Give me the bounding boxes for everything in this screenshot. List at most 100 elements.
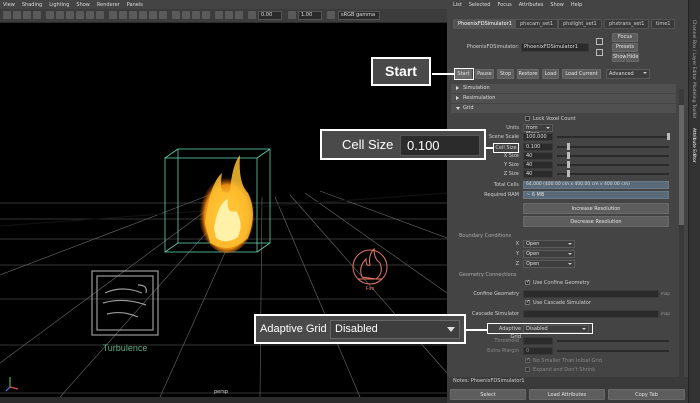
- x-size-slider[interactable]: [557, 155, 669, 157]
- show-button[interactable]: Show: [612, 53, 627, 62]
- menu-list[interactable]: List: [453, 2, 462, 8]
- shadows-icon[interactable]: [159, 11, 167, 19]
- near-clip-field[interactable]: 0.00: [258, 11, 282, 20]
- wireframe-on-shaded-icon[interactable]: [129, 11, 137, 19]
- ambient-occlusion-icon[interactable]: [215, 11, 223, 19]
- stop-button[interactable]: Stop: [497, 69, 514, 79]
- modeling-toolkit-tab[interactable]: Modeling Toolkit: [691, 82, 696, 118]
- cascade-simulator-field[interactable]: [523, 310, 659, 318]
- menu-shading[interactable]: Shading: [22, 2, 42, 8]
- restore-button[interactable]: Restore: [517, 69, 539, 79]
- menu-view[interactable]: View: [3, 2, 15, 8]
- use-confine-geometry-checkbox[interactable]: [525, 279, 530, 285]
- extra-margin-slider[interactable]: [557, 350, 669, 352]
- z-size-slider[interactable]: [557, 173, 669, 175]
- menu-help[interactable]: Help: [571, 2, 582, 8]
- presets-button[interactable]: Presets: [612, 43, 638, 52]
- bc-x-dropdown[interactable]: Open: [523, 240, 575, 248]
- lock-camera-icon[interactable]: [13, 11, 21, 19]
- isolate-select-icon[interactable]: [172, 11, 180, 19]
- camera-icon[interactable]: [3, 11, 11, 19]
- confine-geometry-field[interactable]: [523, 290, 659, 298]
- cell-size-slider-handle[interactable]: [567, 143, 570, 150]
- units-dropdown[interactable]: from Maya: [523, 124, 553, 137]
- threshold-slider[interactable]: [557, 340, 669, 342]
- menu-lighting[interactable]: Lighting: [49, 2, 69, 8]
- y-size-field[interactable]: 40: [523, 161, 553, 169]
- node-name-field[interactable]: PhoenixFDSimulator1: [521, 43, 589, 52]
- scrollbar-thumb[interactable]: [679, 105, 684, 225]
- xray-joints-icon[interactable]: [192, 11, 200, 19]
- section-grid[interactable]: Grid: [451, 104, 676, 113]
- select-button[interactable]: Select: [450, 389, 526, 400]
- z-size-field[interactable]: 40: [523, 170, 553, 178]
- y-size-slider[interactable]: [557, 164, 669, 166]
- gamma-field[interactable]: 1.00: [298, 11, 322, 20]
- extra-margin-field[interactable]: 0: [523, 347, 553, 355]
- exposure-icon[interactable]: [248, 11, 256, 19]
- scene-scale-field[interactable]: 100.000: [523, 133, 553, 141]
- focus-button[interactable]: Focus: [612, 33, 638, 42]
- lock-voxel-count-checkbox[interactable]: [525, 116, 530, 121]
- notes-header[interactable]: Notes: PhoenixFDSimulator1: [447, 377, 688, 385]
- bc-y-dropdown[interactable]: Open: [523, 250, 575, 258]
- resolution-gate-icon[interactable]: [66, 11, 74, 19]
- pause-button[interactable]: Pause: [475, 69, 494, 79]
- decrease-resolution-button[interactable]: Decrease Resolution: [523, 216, 669, 227]
- menu-attributes[interactable]: Attributes: [519, 2, 544, 8]
- turbulence-locator[interactable]: [91, 270, 159, 336]
- use-cascade-simulator-checkbox[interactable]: [525, 299, 530, 305]
- gate-mask-icon[interactable]: [76, 11, 84, 19]
- menu-focus[interactable]: Focus: [497, 2, 511, 8]
- adaptive-grid-dropdown[interactable]: Disabled: [523, 325, 589, 333]
- confine-geometry-map[interactable]: map: [661, 290, 670, 298]
- menu-selected[interactable]: Selected: [469, 2, 491, 8]
- tab-phxcam-set1[interactable]: phxcam_set1: [515, 19, 559, 29]
- smooth-shade-icon[interactable]: [119, 11, 127, 19]
- cascade-simulator-map[interactable]: map: [661, 310, 670, 318]
- tab-phxtrans-set1[interactable]: phxtrans_set1: [604, 19, 650, 29]
- xray-icon[interactable]: [182, 11, 190, 19]
- tab-phoenixfdsimulator1[interactable]: PhoenixFDSimulator1: [453, 19, 517, 29]
- lights-icon[interactable]: [149, 11, 157, 19]
- x-size-slider-handle[interactable]: [567, 152, 570, 159]
- antialiasing-icon[interactable]: [225, 11, 233, 19]
- depth-of-field-icon[interactable]: [235, 11, 243, 19]
- tab-time1[interactable]: time1: [651, 19, 676, 29]
- scene-scale-slider-handle[interactable]: [667, 133, 670, 140]
- tab-phxlight-set1[interactable]: phxlight_set1: [558, 19, 602, 29]
- no-smaller-checkbox[interactable]: [525, 357, 530, 363]
- cell-size-slider[interactable]: [557, 146, 669, 148]
- load-attributes-button[interactable]: Load Attributes: [529, 389, 605, 400]
- scene-scale-slider[interactable]: [557, 136, 669, 138]
- load-current-button[interactable]: Load Current: [562, 69, 601, 79]
- bookmark-icon[interactable]: [23, 11, 31, 19]
- mode-dropdown[interactable]: Advanced: [606, 69, 650, 79]
- fire-source-locator[interactable]: [352, 247, 388, 285]
- increase-resolution-button[interactable]: Increase Resolution: [523, 203, 669, 214]
- color-management-icon[interactable]: [327, 11, 335, 19]
- wireframe-icon[interactable]: [109, 11, 117, 19]
- grid-toggle-icon[interactable]: [46, 11, 54, 19]
- z-size-slider-handle[interactable]: [567, 170, 570, 177]
- copy-tab-button[interactable]: Copy Tab: [608, 389, 685, 400]
- textured-icon[interactable]: [139, 11, 147, 19]
- menu-show[interactable]: Show: [76, 2, 90, 8]
- channel-box-tab[interactable]: Channel Box / Layer Editor: [691, 20, 696, 80]
- threshold-field[interactable]: [523, 337, 553, 345]
- gamma-icon[interactable]: [288, 11, 296, 19]
- y-size-slider-handle[interactable]: [567, 161, 570, 168]
- x-size-field[interactable]: 40: [523, 152, 553, 160]
- safe-action-icon[interactable]: [96, 11, 104, 19]
- bc-z-dropdown[interactable]: Open: [523, 260, 575, 268]
- field-chart-icon[interactable]: [86, 11, 94, 19]
- menu-show-ae[interactable]: Show: [550, 2, 564, 8]
- cell-size-field[interactable]: 0.100: [523, 143, 553, 151]
- expand-dont-shrink-checkbox[interactable]: [525, 367, 530, 372]
- section-resimulation[interactable]: Resimulation: [451, 94, 676, 103]
- section-simulation[interactable]: Simulation: [451, 84, 676, 93]
- attribute-editor-tab[interactable]: Attribute Editor: [691, 128, 696, 163]
- xray-components-icon[interactable]: [202, 11, 210, 19]
- presets-icon[interactable]: [596, 49, 603, 56]
- hide-button[interactable]: Hide: [626, 53, 639, 62]
